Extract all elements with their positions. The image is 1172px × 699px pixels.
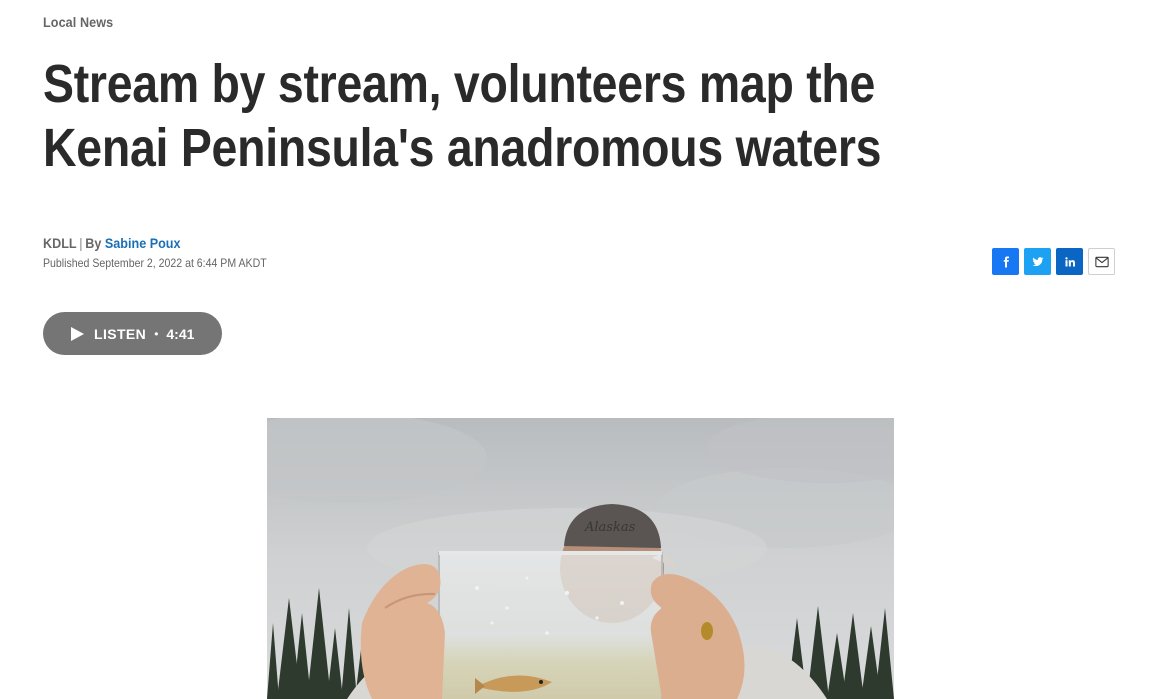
share-twitter-button[interactable]: [1024, 248, 1051, 275]
article-photo: Alaskas: [267, 418, 894, 699]
author-link[interactable]: Sabine Poux: [105, 235, 181, 251]
listen-button[interactable]: LISTEN • 4:41: [43, 312, 222, 355]
share-bar: [992, 248, 1115, 275]
article-headline: Stream by stream, volunteers map the Ken…: [43, 54, 882, 178]
listen-label: LISTEN: [94, 325, 147, 342]
play-icon: [71, 326, 84, 341]
by-label: By: [85, 235, 102, 251]
listen-separator: •: [154, 326, 159, 341]
byline-separator: |: [79, 235, 83, 251]
source-name: KDLL: [43, 235, 77, 251]
email-icon: [1094, 256, 1109, 267]
photo-illustration: Alaskas: [267, 418, 894, 699]
byline: KDLL | By Sabine Poux: [43, 235, 181, 251]
facebook-icon: [1003, 256, 1009, 267]
published-date: Published September 2, 2022 at 6:44 PM A…: [43, 256, 267, 270]
twitter-icon: [1032, 256, 1043, 266]
share-email-button[interactable]: [1088, 248, 1115, 275]
article-page: Local News Stream by stream, volunteers …: [0, 0, 1172, 699]
audio-duration: 4:41: [166, 325, 195, 342]
linkedin-icon: [1064, 256, 1075, 266]
cap-text: Alaskas: [584, 520, 636, 535]
share-facebook-button[interactable]: [992, 248, 1019, 275]
section-link[interactable]: Local News: [43, 14, 113, 30]
share-linkedin-button[interactable]: [1056, 248, 1083, 275]
